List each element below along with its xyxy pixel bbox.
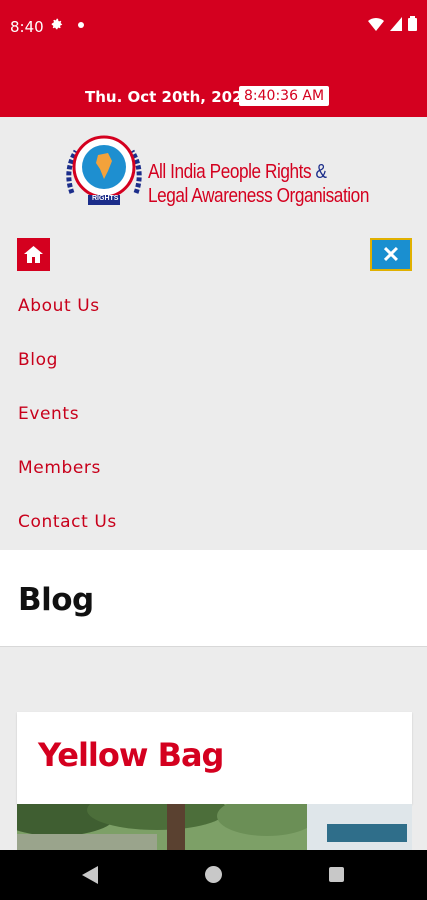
status-bar: 8:40 xyxy=(0,0,427,56)
gear-icon xyxy=(50,17,64,36)
close-menu-button[interactable]: ✕ xyxy=(370,238,412,271)
logo-line-1: All India People Rights & xyxy=(148,161,327,183)
current-clock: 8:40:36 AM xyxy=(239,86,330,106)
home-icon xyxy=(24,246,43,263)
system-nav-bar xyxy=(0,850,427,900)
date-bar: Thu. Oct 20th, 2022 8:40:36 AM xyxy=(0,56,427,117)
menu-item-contact-us[interactable]: Contact Us xyxy=(18,500,117,554)
site-logo[interactable]: RIGHTS All India People Rights & Legal A… xyxy=(0,117,427,227)
main-menu: About Us Blog Events Members Contact Us xyxy=(18,284,117,554)
post-card[interactable]: Yellow Bag xyxy=(17,712,412,804)
wifi-icon xyxy=(368,17,384,36)
home-nav-icon[interactable] xyxy=(205,866,222,883)
close-icon: ✕ xyxy=(381,241,401,267)
menu-item-events[interactable]: Events xyxy=(18,392,117,446)
dot-icon xyxy=(78,17,84,31)
menu-item-about-us[interactable]: About Us xyxy=(18,284,117,338)
status-time: 8:40 xyxy=(10,18,44,36)
menu-item-members[interactable]: Members xyxy=(18,446,117,500)
post-title[interactable]: Yellow Bag xyxy=(38,736,224,774)
emblem-text: RIGHTS xyxy=(92,195,119,202)
back-icon[interactable] xyxy=(82,866,98,889)
emblem-icon: RIGHTS xyxy=(62,135,146,218)
logo-line-2: Legal Awareness Organisation xyxy=(148,185,369,207)
current-date: Thu. Oct 20th, 2022 xyxy=(85,88,253,106)
status-icons xyxy=(368,16,417,36)
battery-icon xyxy=(408,16,417,36)
menu-item-blog[interactable]: Blog xyxy=(18,338,117,392)
page-title: Blog xyxy=(18,582,94,618)
page-header: Blog xyxy=(0,550,427,647)
signal-icon xyxy=(390,16,402,36)
post-image[interactable] xyxy=(17,804,412,850)
home-button[interactable] xyxy=(17,238,50,271)
recent-apps-icon[interactable] xyxy=(329,867,344,882)
